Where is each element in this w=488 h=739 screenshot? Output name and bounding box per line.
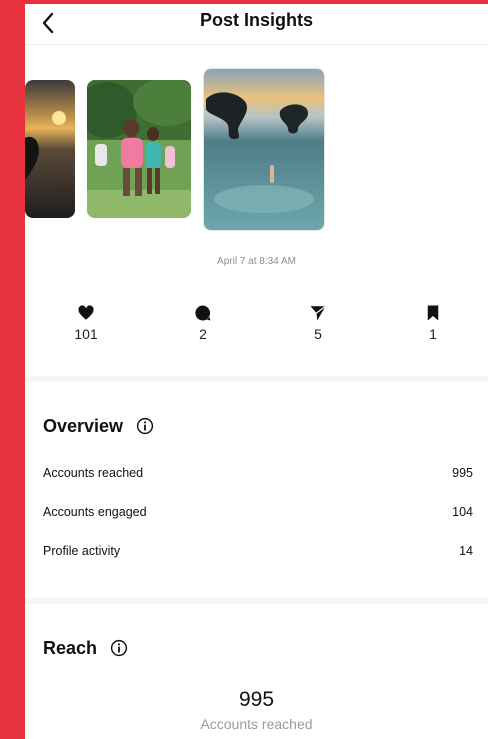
reach-caption: Accounts reached [200, 716, 313, 732]
likes-stat: 101 [56, 304, 116, 342]
insights-panel: Post Insights April 7 at 8:34 AM 101 2 5… [25, 4, 488, 739]
info-icon[interactable] [110, 639, 128, 657]
overview-row-profile-activity[interactable]: Profile activity 14 [43, 544, 473, 564]
saves-count: 1 [429, 326, 437, 342]
likes-count: 101 [74, 326, 98, 342]
row-value: 995 [452, 466, 473, 480]
row-value: 14 [459, 544, 473, 558]
header: Post Insights [25, 4, 488, 44]
post-thumbnail-sunset[interactable] [25, 80, 75, 218]
page-title: Post Insights [199, 10, 313, 30]
section-divider [25, 376, 488, 382]
section-divider [25, 598, 488, 604]
reach-heading: Reach [43, 638, 128, 659]
row-label: Accounts reached [43, 466, 144, 480]
info-icon[interactable] [136, 417, 154, 435]
header-divider [25, 44, 488, 45]
post-carousel [25, 68, 488, 238]
post-thumbnail-rocks[interactable] [203, 68, 325, 231]
comments-stat: 2 [173, 304, 233, 342]
overview-heading: Overview [43, 416, 154, 437]
reach-value: 995 [238, 688, 275, 711]
row-label: Profile activity [43, 544, 121, 558]
row-value: 104 [452, 505, 473, 519]
row-label: Accounts engaged [43, 505, 147, 519]
bookmark-icon [427, 305, 439, 321]
overview-row-accounts-reached[interactable]: Accounts reached 995 [43, 466, 473, 486]
reach-title: Reach [43, 638, 98, 658]
saves-stat: 1 [403, 304, 463, 342]
heart-icon [78, 305, 94, 320]
post-thumbnail-kids[interactable] [87, 80, 191, 218]
send-icon [310, 305, 326, 321]
comments-count: 2 [199, 326, 207, 342]
comment-icon [195, 305, 211, 321]
shares-count: 5 [314, 326, 322, 342]
overview-title: Overview [43, 416, 124, 436]
post-timestamp: April 7 at 8:34 AM [217, 256, 296, 267]
overview-row-accounts-engaged[interactable]: Accounts engaged 104 [43, 505, 473, 525]
shares-stat: 5 [288, 304, 348, 342]
